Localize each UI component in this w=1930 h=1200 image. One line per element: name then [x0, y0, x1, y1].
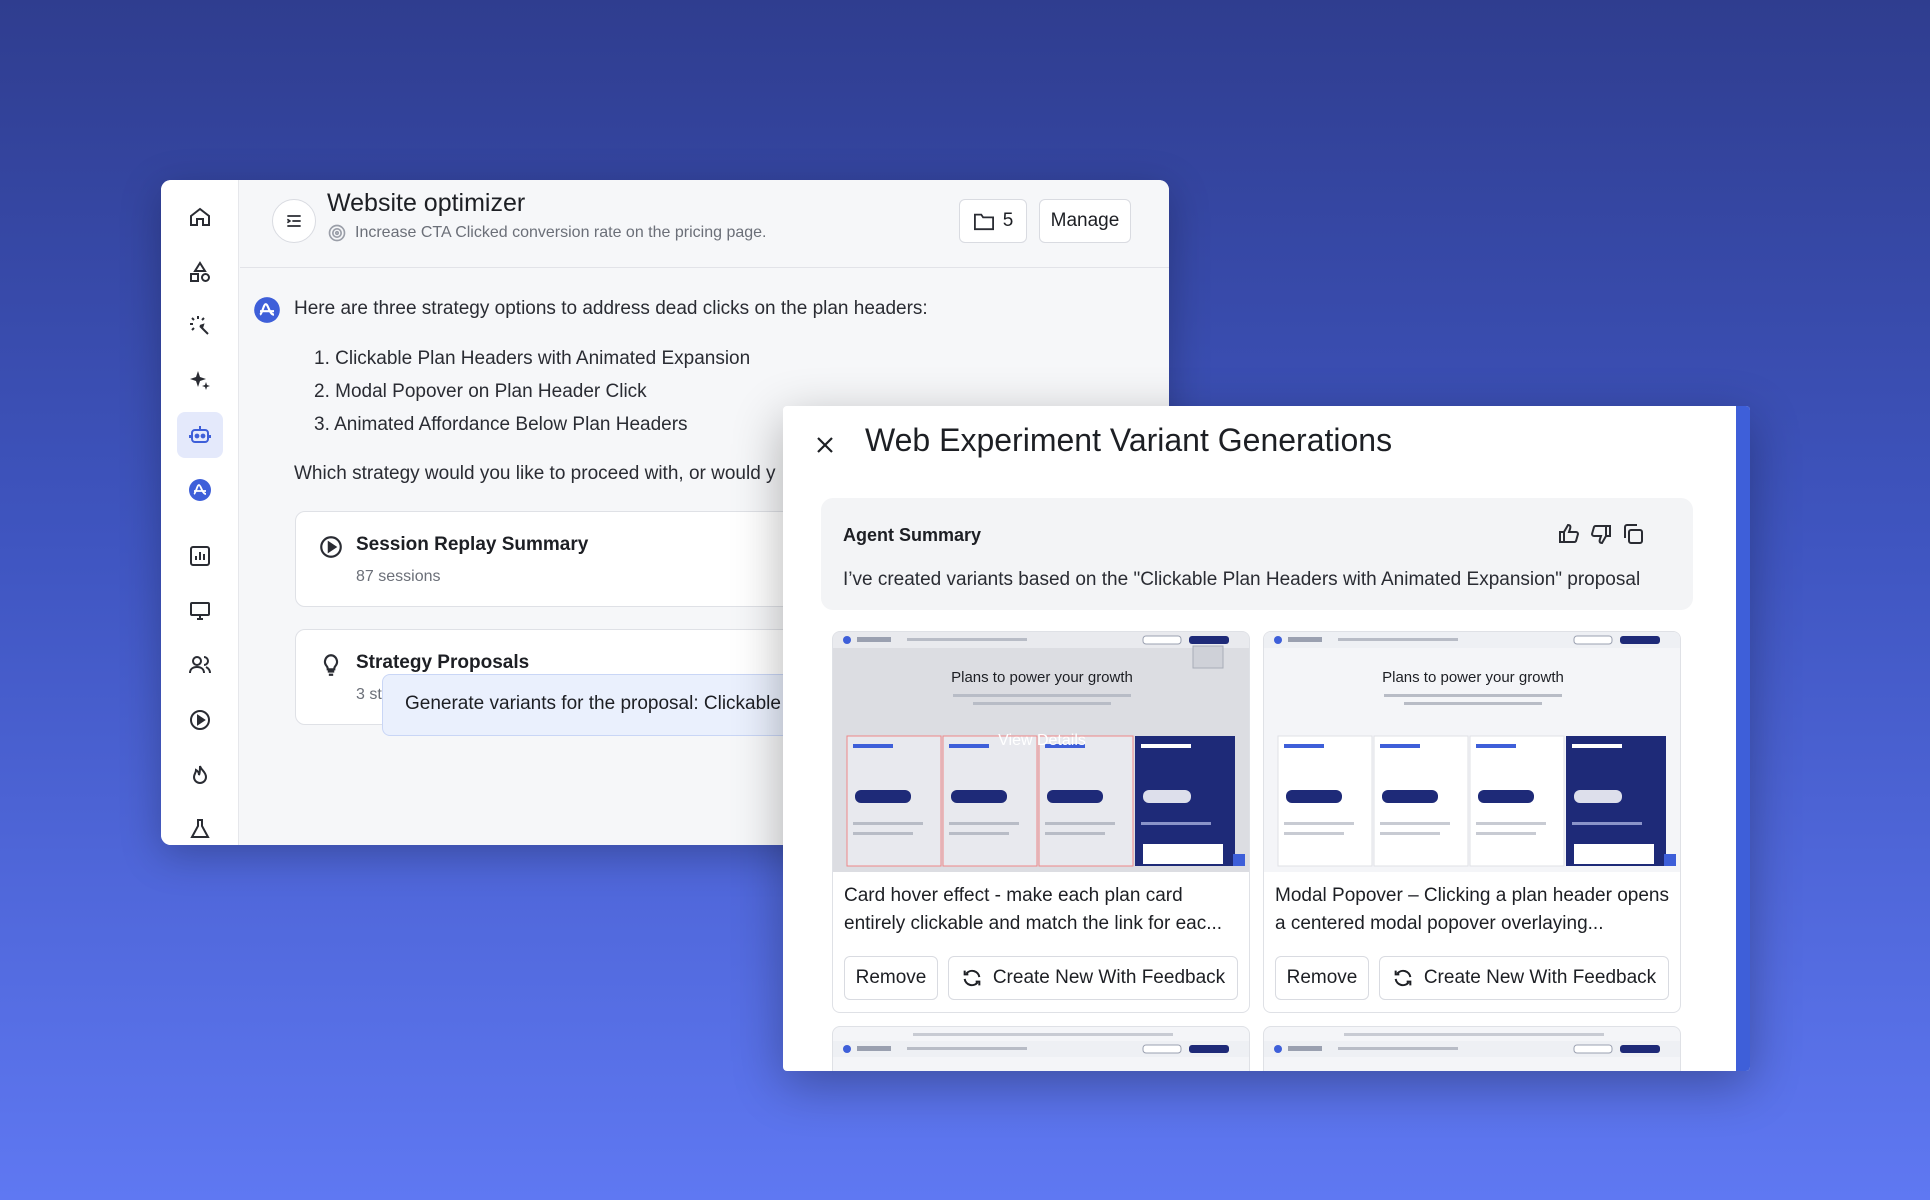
agent-message-intro: Here are three strategy options to addre… [294, 298, 928, 319]
pricing-page-preview [833, 1033, 1249, 1057]
icon-sidebar [161, 180, 239, 845]
page-subtitle: Increase CTA Clicked conversion rate on … [355, 224, 767, 241]
play-circle-icon [320, 536, 342, 558]
folder-count: 5 [1002, 210, 1014, 231]
agent-avatar-icon [254, 297, 280, 323]
variant-description: Modal Popover – Clicking a plan header o… [1275, 885, 1669, 934]
thumbs-up-icon[interactable] [1557, 522, 1581, 546]
amplitude-logo-icon[interactable] [177, 467, 223, 513]
refresh-icon [963, 969, 981, 987]
pricing-page-preview: Plans to power your growth [1264, 632, 1680, 867]
flame-icon[interactable] [177, 752, 223, 798]
agent-summary-box: Agent Summary I’ve created variants base… [821, 498, 1693, 610]
flask-icon[interactable] [177, 806, 223, 845]
refresh-icon [1394, 969, 1412, 987]
strategy-option-2: 2. Modal Popover on Plan Header Click [314, 381, 647, 402]
variant-card-partial[interactable] [1263, 1026, 1681, 1071]
manage-button[interactable]: Manage [1039, 199, 1131, 243]
target-icon [328, 224, 346, 242]
card-title: Strategy Proposals [356, 652, 530, 673]
pricing-page-preview: Plans to power your growth [833, 632, 1249, 867]
pricing-page-preview [1264, 1033, 1680, 1057]
create-new-with-feedback-button[interactable]: Create New With Feedback [948, 956, 1238, 1000]
remove-button[interactable]: Remove [844, 956, 938, 1000]
stars-icon[interactable] [177, 357, 223, 403]
variant-card-partial[interactable] [832, 1026, 1250, 1071]
monitor-icon[interactable] [177, 588, 223, 634]
variant-thumbnail[interactable]: Plans to power your growth [833, 632, 1249, 872]
shapes-icon[interactable] [177, 249, 223, 295]
agent-question: Which strategy would you like to proceed… [294, 463, 776, 484]
session-replay-summary-card[interactable]: Session Replay Summary 87 sessions [295, 511, 815, 607]
feedback-button-label: Create New With Feedback [1423, 967, 1657, 988]
thumb-heading: Plans to power your growth [951, 669, 1133, 686]
card-subtitle: 87 sessions [356, 568, 441, 585]
panel-title: Web Experiment Variant Generations [865, 422, 1393, 458]
robot-icon[interactable] [177, 412, 223, 458]
thumbs-down-icon[interactable] [1589, 522, 1613, 546]
close-button[interactable] [811, 431, 839, 459]
bar-chart-icon[interactable] [177, 533, 223, 579]
close-icon [817, 437, 833, 453]
lightbulb-icon [323, 654, 339, 676]
thumb-heading: Plans to power your growth [1382, 669, 1564, 686]
agent-summary-text: I’ve created variants based on the "Clic… [843, 569, 1641, 590]
variant-generations-panel: Web Experiment Variant Generations Agent… [783, 406, 1750, 1071]
folder-button[interactable]: 5 [959, 199, 1027, 243]
users-icon[interactable] [177, 642, 223, 688]
panel-edge-accent [1736, 406, 1750, 1071]
copy-icon[interactable] [1621, 522, 1645, 546]
strategy-option-3: 3. Animated Affordance Below Plan Header… [314, 414, 688, 435]
collapse-menu-button[interactable] [272, 199, 316, 243]
create-new-with-feedback-button[interactable]: Create New With Feedback [1379, 956, 1669, 1000]
variant-card: Plans to power your growth [832, 631, 1250, 1013]
sparkle-click-icon[interactable] [177, 303, 223, 349]
home-icon[interactable] [177, 194, 223, 240]
variant-thumbnail[interactable]: Plans to power your growth [1264, 632, 1680, 872]
agent-summary-heading: Agent Summary [843, 525, 982, 545]
strategy-option-1: 1. Clickable Plan Headers with Animated … [314, 348, 751, 369]
variant-card: Plans to power your growth [1263, 631, 1681, 1013]
folder-icon [973, 213, 994, 231]
menu-collapse-icon [286, 215, 301, 227]
thumb-overlay-text: View Details [998, 732, 1086, 749]
page-title: Website optimizer [327, 189, 526, 217]
remove-button[interactable]: Remove [1275, 956, 1369, 1000]
variant-description: Card hover effect - make each plan card … [844, 885, 1223, 934]
replay-icon[interactable] [177, 697, 223, 743]
card-title: Session Replay Summary [356, 534, 589, 555]
feedback-button-label: Create New With Feedback [992, 967, 1226, 988]
